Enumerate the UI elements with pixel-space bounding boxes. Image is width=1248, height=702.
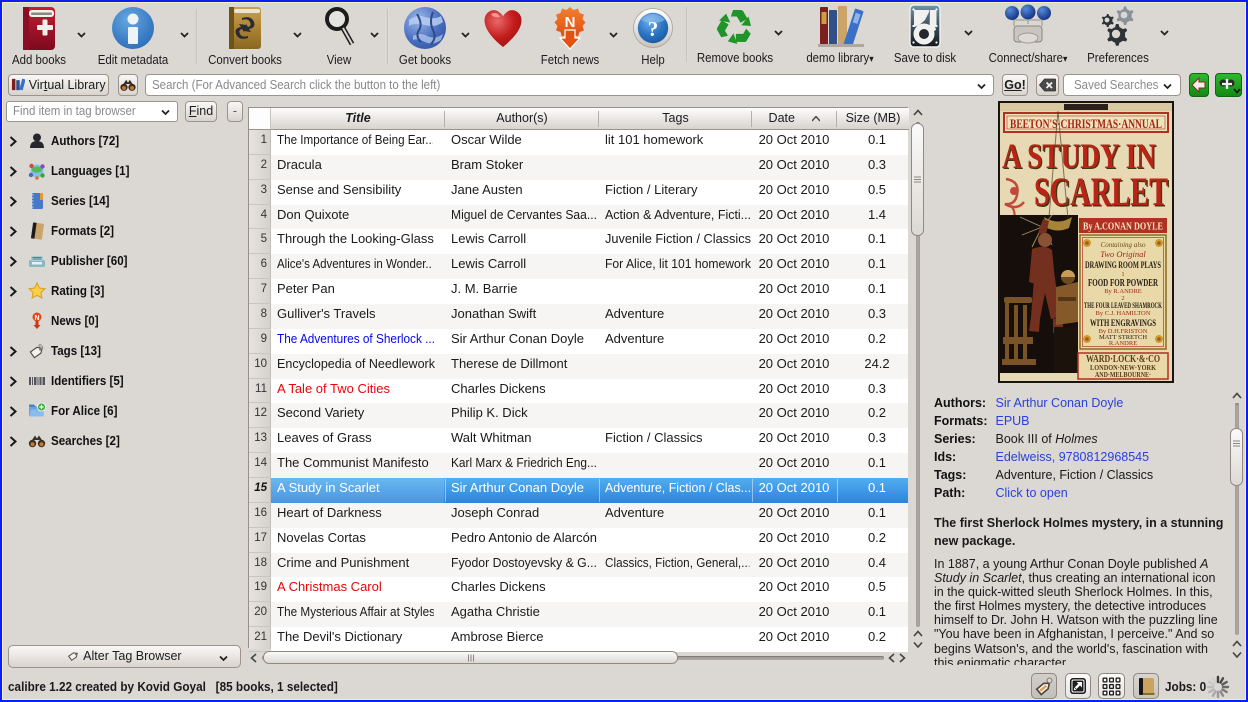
svg-text:DRAWING ROOM PLAYS: DRAWING ROOM PLAYS [1085, 260, 1161, 270]
svg-text:Containing also: Containing also [1101, 241, 1146, 249]
svg-text:N: N [34, 315, 39, 322]
svg-text:THE FOUR LEAVED SHAMROCK: THE FOUR LEAVED SHAMROCK [1084, 301, 1162, 310]
svg-text:?: ? [648, 17, 659, 41]
svg-text:BEETON'S·CHRISTMAS·ANNUAL: BEETON'S·CHRISTMAS·ANNUAL [1010, 116, 1162, 131]
svg-text:Two Original: Two Original [1100, 249, 1146, 259]
svg-text:By C.J. HAMILTON: By C.J. HAMILTON [1096, 310, 1151, 317]
svg-text:1: 1 [1121, 271, 1124, 278]
svg-text:R.ANDRE: R.ANDRE [1109, 340, 1137, 347]
svg-text:WITH ENGRAVINGS: WITH ENGRAVINGS [1090, 318, 1156, 328]
svg-text:N: N [565, 14, 576, 31]
svg-text:SCARLET: SCARLET [1034, 169, 1168, 214]
svg-text:By A.CONAN DOYLE: By A.CONAN DOYLE [1083, 222, 1163, 233]
svg-text:AND·MELBOURNE·: AND·MELBOURNE· [1095, 371, 1151, 379]
svg-text:By R.ANDRE: By R.ANDRE [1104, 288, 1142, 295]
